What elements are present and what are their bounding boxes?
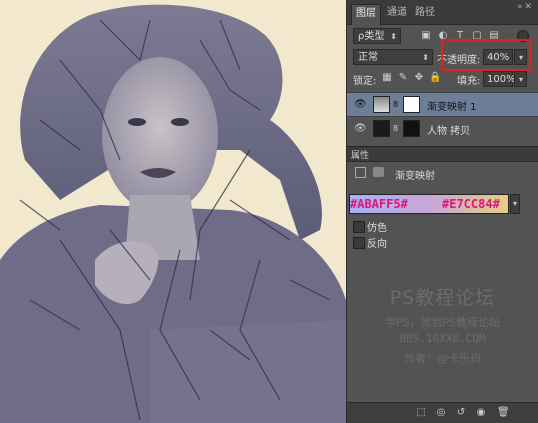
link-chain-icon[interactable]: 8 <box>393 124 398 133</box>
highlight-box <box>441 39 531 71</box>
lock-all-icon[interactable]: 🔒 <box>429 72 441 84</box>
double-exposure-artwork <box>0 4 346 423</box>
watermark-line1: 学PS，就到PS教程论坛 <box>384 316 501 329</box>
lock-brush-icon[interactable]: ✎ <box>397 72 409 84</box>
gradient-picker[interactable]: #ABAFF5# #E7CC84# <box>349 194 509 214</box>
tab-properties[interactable]: 属性 <box>351 148 369 161</box>
close-icon[interactable]: ✕ <box>524 2 534 12</box>
eye-icon[interactable]: 👁 <box>354 123 367 135</box>
layer-row-gradient-map[interactable]: 👁 8 渐变映射 1 <box>347 92 538 116</box>
chevron-down-icon: ⬍ <box>390 32 397 41</box>
chevron-down-icon: ▾ <box>512 199 517 208</box>
gradient-right-color: #E7CC84# <box>442 197 500 211</box>
panel-tabbar: 图层 通道 路径 »✕ <box>347 0 538 25</box>
lock-label: 锁定: <box>353 76 377 87</box>
properties-header: 属性 <box>347 146 538 162</box>
mask-icon[interactable] <box>373 167 384 177</box>
eye-icon[interactable]: 👁 <box>354 99 367 111</box>
dither-label: 仿色 <box>367 223 387 234</box>
panel-window-controls: »✕ <box>517 2 534 12</box>
layer-thumb <box>373 120 390 137</box>
adjustment-thumb-icon <box>373 96 390 113</box>
gradient-dropdown[interactable]: ▾ <box>510 194 520 214</box>
visibility-icon[interactable]: ◉ <box>475 407 487 419</box>
watermark-line3: 作者：@卡乐筠 <box>404 352 481 365</box>
fill-label: 填充: <box>457 76 481 87</box>
fill-input[interactable]: 100% <box>483 71 516 87</box>
document-canvas[interactable] <box>0 0 346 423</box>
adjustment-layer-icon[interactable] <box>355 167 366 178</box>
gradient-left-color: #ABAFF5# <box>350 197 408 211</box>
adjustment-title: 渐变映射 <box>395 171 435 182</box>
layer-mask-thumb[interactable] <box>403 120 420 137</box>
layer-row-person-copy[interactable]: 👁 8 人物 拷贝 <box>347 116 538 138</box>
properties-title-row: 渐变映射 <box>347 165 538 182</box>
tab-channels[interactable]: 通道 <box>383 4 411 24</box>
lock-move-icon[interactable]: ✥ <box>413 72 425 84</box>
link-chain-icon[interactable]: 8 <box>393 100 398 109</box>
clip-to-layer-icon[interactable]: ⬚ <box>415 407 427 419</box>
lock-fill-row: 锁定: ▦ ✎ ✥ 🔒 填充: 100% ▾ <box>347 71 538 87</box>
layer-mask-thumb[interactable] <box>403 96 420 113</box>
layer-name[interactable]: 渐变映射 1 <box>427 98 477 113</box>
chevron-down-icon: ▾ <box>518 75 523 84</box>
watermark-title: PS教程论坛 <box>389 287 496 309</box>
reset-icon[interactable]: ↺ <box>455 407 467 419</box>
watermark-line2: BBS.16XX8.COM <box>399 332 486 345</box>
reverse-checkbox[interactable] <box>353 237 365 249</box>
image-filter-icon[interactable]: ▣ <box>420 30 432 42</box>
fill-dropdown[interactable]: ▾ <box>514 71 527 87</box>
lock-transparent-icon[interactable]: ▦ <box>381 72 393 84</box>
reverse-label: 反向 <box>367 239 387 250</box>
layer-name[interactable]: 人物 拷贝 <box>427 122 470 137</box>
properties-bottom-bar: ⬚ ◎ ↺ ◉ 🗑 <box>347 402 538 423</box>
tab-paths[interactable]: 路径 <box>411 4 439 24</box>
dither-checkbox[interactable] <box>353 221 365 233</box>
blend-mode-select[interactable]: 正常 ⬍ <box>353 49 433 65</box>
chevron-down-icon: ⬍ <box>422 53 429 62</box>
view-previous-icon[interactable]: ◎ <box>435 407 447 419</box>
trash-icon[interactable]: 🗑 <box>497 407 510 419</box>
layer-filter-select[interactable]: ρ类型 ⬍ <box>353 28 401 44</box>
tab-layers[interactable]: 图层 <box>351 4 381 25</box>
